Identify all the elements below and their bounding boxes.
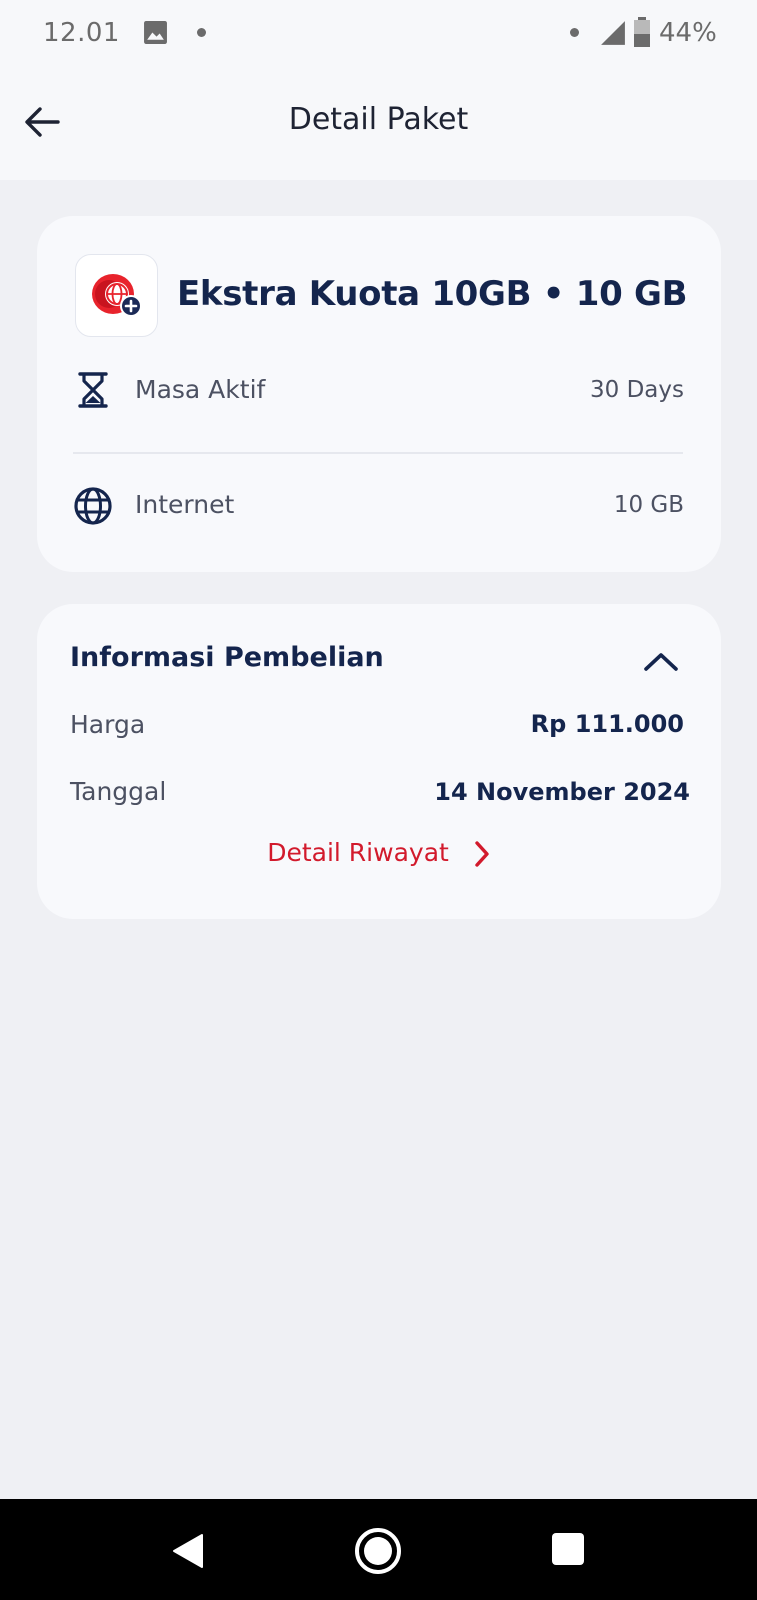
package-logo <box>75 254 158 337</box>
chevron-right-icon <box>475 841 489 867</box>
chevron-up-icon[interactable] <box>641 646 681 676</box>
app-bar: Detail Paket <box>0 70 757 180</box>
nav-bar <box>0 1499 757 1600</box>
status-dot-icon <box>570 28 579 37</box>
divider <box>73 452 683 454</box>
purchase-info-card: Informasi Pembelian Harga Rp 111.000 Tan… <box>37 604 721 919</box>
signal-icon <box>601 21 625 45</box>
photo-icon <box>144 21 167 44</box>
date-label: Tanggal <box>70 777 167 806</box>
globe-icon <box>74 487 112 525</box>
nav-recents-icon[interactable] <box>551 1532 585 1566</box>
history-link-label: Detail Riwayat <box>267 838 449 867</box>
battery-percent: 44% <box>659 18 717 48</box>
hourglass-icon <box>78 372 108 408</box>
globe-plus-logo <box>92 274 142 317</box>
price-label: Harga <box>70 710 146 739</box>
internet-value: 10 GB <box>613 492 684 518</box>
history-detail-link[interactable]: Detail Riwayat <box>37 838 721 868</box>
section-title: Informasi Pembelian <box>70 642 384 673</box>
page-title: Detail Paket <box>288 102 469 137</box>
internet-label: Internet <box>135 490 235 519</box>
nav-home-icon[interactable] <box>353 1526 403 1576</box>
notification-dot-icon <box>197 28 206 37</box>
package-title: Ekstra Kuota 10GB • 10 GB <box>177 274 688 314</box>
price-value: Rp 111.000 <box>530 710 684 738</box>
battery-icon <box>634 17 650 47</box>
status-bar: 12.01 44% <box>0 0 757 70</box>
package-card: Ekstra Kuota 10GB • 10 GB Masa Aktif 30 … <box>37 216 721 572</box>
status-time: 12.01 <box>43 18 120 48</box>
date-value: 14 November 2024 <box>434 778 690 806</box>
active-period-value: 30 Days <box>590 377 684 403</box>
screen: 12.01 44% Detail Paket Ekstra Kuota 10GB… <box>0 0 757 1600</box>
nav-back-icon[interactable] <box>172 1533 204 1569</box>
active-period-label: Masa Aktif <box>135 375 266 404</box>
